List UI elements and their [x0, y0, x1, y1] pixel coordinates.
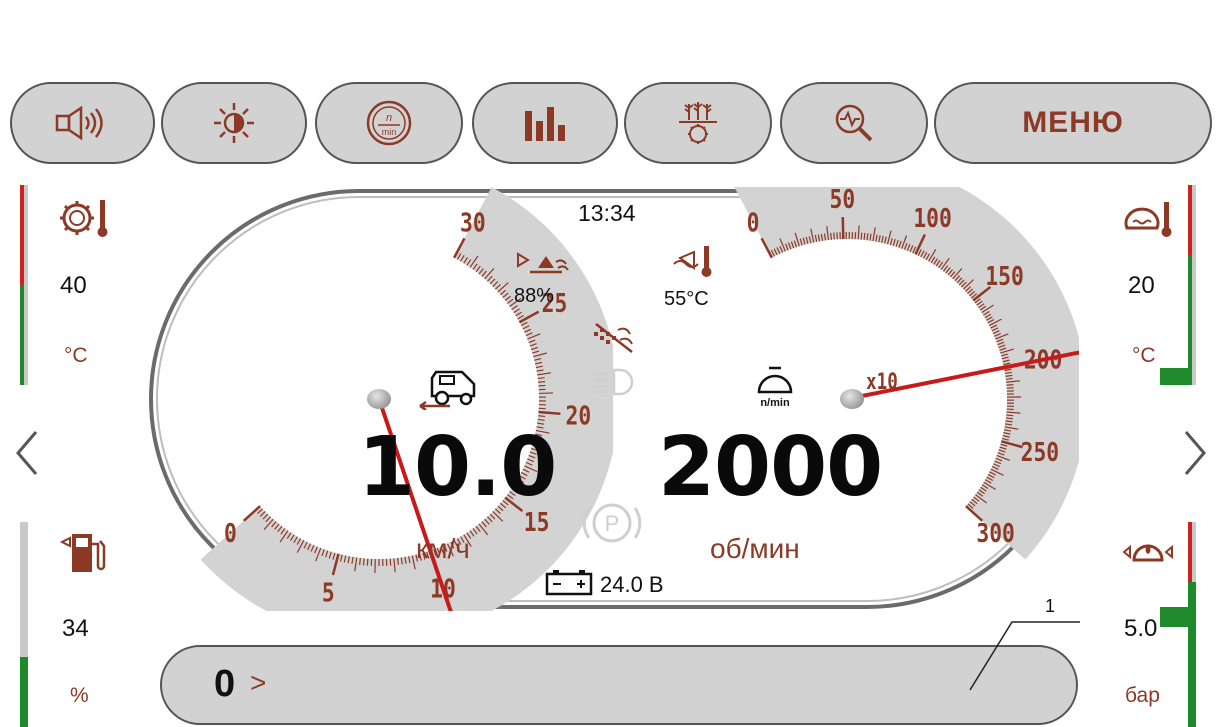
speed-readout: 10.0 — [358, 420, 557, 515]
speaker-icon — [55, 105, 103, 141]
exhaust-temperature-icon — [670, 244, 718, 285]
grain-gear-icon — [679, 102, 717, 144]
coolant-temp-value: 40 — [60, 272, 87, 299]
callout-line — [969, 621, 1080, 691]
menu-button[interactable]: МЕНЮ — [934, 82, 1212, 164]
tachometer-tick-label: 150 — [985, 261, 1024, 292]
battery-voltage: 24.0 В — [600, 572, 664, 597]
speedometer-tick-label: 30 — [460, 207, 486, 238]
diagnostics-button[interactable] — [780, 82, 928, 164]
svg-text:n: n — [386, 112, 392, 124]
engine-coolant-temp-icon — [57, 196, 111, 245]
fuel-unit: % — [70, 684, 89, 707]
clock: 13:34 — [578, 200, 636, 226]
next-page-arrow-icon[interactable] — [1180, 428, 1210, 487]
rpm-unit: об/мин — [710, 533, 800, 564]
trip-counter-arrow: > — [250, 667, 267, 698]
oil-pressure-level-bar — [1160, 522, 1196, 727]
grain-tank-fill-percent: 88% — [514, 285, 555, 307]
rpm-button[interactable]: n min — [315, 82, 463, 164]
statistics-button[interactable] — [472, 82, 618, 164]
tachometer-tick-label: 0 — [747, 207, 760, 238]
fuel-value: 34 — [62, 615, 89, 642]
volume-button[interactable] — [10, 82, 155, 164]
oil-temp-unit: °C — [1132, 344, 1156, 367]
exhaust-temperature-value: 55°C — [664, 288, 709, 310]
speedometer-tick-label: 0 — [224, 518, 237, 549]
harvester-speed-icon — [414, 366, 486, 415]
battery-icon — [545, 568, 593, 601]
svg-text:P: P — [605, 511, 620, 536]
brightness-button[interactable] — [161, 82, 307, 164]
oil-pressure-icon — [1120, 532, 1176, 577]
tachometer-tick-label: 100 — [913, 203, 952, 234]
tachometer-tick-label: 250 — [1021, 437, 1060, 468]
engine-rpm-icon: n/min — [752, 362, 798, 409]
speedometer-needle-hub — [367, 389, 391, 409]
engine-rpm-icon-label: n/min — [760, 397, 790, 409]
headlight-icon — [590, 366, 638, 403]
rpm-icon: n min — [366, 100, 412, 146]
oil-temperature-icon — [1121, 198, 1175, 247]
sun-icon — [214, 103, 254, 143]
speed-unit: км/ч — [416, 533, 470, 564]
speedometer-tick-label: 5 — [322, 577, 335, 608]
trip-counter-value: 0 — [214, 663, 236, 705]
rpm-multiplier: x10 — [866, 370, 898, 395]
harvest-button[interactable] — [624, 82, 772, 164]
menu-label: МЕНЮ — [1022, 106, 1124, 139]
tachometer-needle-hub — [840, 389, 864, 409]
diagnostic-magnifier-icon — [835, 104, 873, 142]
svg-text:min: min — [382, 127, 397, 137]
speedometer-tick-label: 20 — [566, 400, 592, 431]
oil-temp-value: 20 — [1128, 272, 1155, 299]
tachometer-tick-label: 300 — [976, 518, 1015, 549]
bar-chart-icon — [525, 107, 565, 141]
fuel-level-bar — [20, 522, 28, 727]
oil-pressure-value: 5.0 — [1124, 615, 1158, 642]
trip-counter-bar[interactable]: 0 > — [160, 645, 1078, 725]
oil-temp-level-bar — [1160, 185, 1196, 385]
tachometer-tick-label: 50 — [830, 187, 856, 215]
callout-number: 1 — [1045, 596, 1056, 616]
oil-pressure-unit: бар — [1125, 684, 1160, 707]
coolant-temp-unit: °C — [64, 344, 88, 367]
fuel-pump-icon — [58, 530, 108, 581]
straw-chopper-off-icon — [590, 320, 638, 361]
parking-brake-icon: P — [581, 500, 643, 551]
previous-page-arrow-icon[interactable] — [12, 428, 42, 487]
rpm-readout: 2000 — [658, 420, 883, 515]
grain-tank-icon — [516, 246, 574, 285]
coolant-temp-level-bar — [20, 185, 28, 385]
